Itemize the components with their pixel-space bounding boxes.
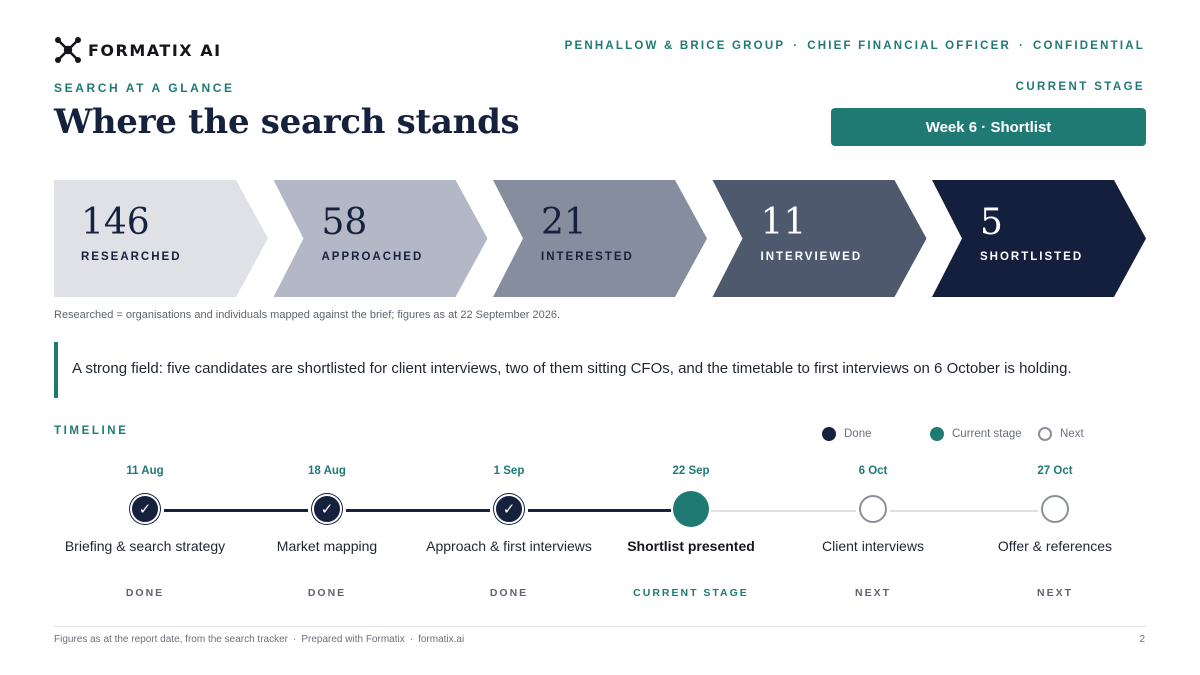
current-stage-badge: Week 6 · Shortlist	[831, 108, 1146, 146]
funnel-stage-shape	[932, 180, 1146, 297]
funnel-stage-shape	[493, 180, 707, 297]
funnel-stage-label: INTERESTED	[541, 251, 634, 263]
stage-next-node	[859, 495, 887, 523]
footer-site: formatix.ai	[418, 634, 465, 645]
current-dot-icon	[930, 427, 944, 441]
timeline-stage: 6 Oct Client interviews NEXT	[782, 462, 964, 599]
legend-done: Done	[822, 427, 872, 441]
stage-done-check-icon: ✓	[130, 494, 160, 524]
footer-separator: ·	[409, 634, 414, 645]
funnel-stage-value: 146	[81, 202, 150, 243]
stage-status: NEXT	[854, 587, 891, 599]
footer-prepared: Prepared with Formatix	[301, 634, 405, 645]
footer-source: Figures as at the report date, from the …	[54, 634, 288, 645]
funnel-stage-shape	[273, 180, 488, 297]
stage-status: DONE	[125, 587, 165, 599]
timeline-connector	[711, 510, 856, 512]
funnel-stage-value: 21	[541, 202, 587, 243]
pipeline-funnel: 146 RESEARCHED 58 APPROACHED 21 INTERESTED 11 I…	[54, 180, 1146, 297]
funnel-stage-value: 11	[760, 202, 807, 243]
stage-date: 27 Oct	[1037, 465, 1073, 477]
summary-callout: A strong field: five candidates are shor…	[54, 342, 1146, 398]
logo-wordmark: FORMATIX AI	[88, 40, 222, 60]
stage-name: Shortlist presented	[627, 538, 755, 554]
funnel-stage-shape	[712, 180, 927, 297]
summary-text: A strong field: five candidates are shor…	[72, 360, 1072, 377]
meta-separator: ·	[793, 40, 800, 52]
stage-current-node	[673, 491, 709, 527]
report-meta: PENHALLOW & BRICE GROUP · CHIEF FINANCIAL …	[565, 40, 1145, 52]
timeline-heading: TIMELINE	[54, 425, 129, 437]
brand-logo: FORMATIX AI	[54, 36, 222, 64]
funnel-stage-label: RESEARCHED	[81, 251, 182, 263]
legend-done-label: Done	[844, 428, 872, 440]
stage-name: Market mapping	[276, 538, 378, 554]
stage-name: Approach & first interviews	[426, 538, 592, 554]
legend-current: Current stage	[930, 427, 1022, 441]
page-title: Where the search stands	[54, 102, 520, 142]
stage-status: CURRENT STAGE	[633, 587, 749, 599]
timeline-connector	[890, 510, 1038, 512]
next-dot-icon	[1038, 427, 1052, 441]
stage-name: Offer & references	[997, 538, 1113, 554]
funnel-footnote: Researched = organisations and individua…	[54, 309, 561, 321]
stage-name: Client interviews	[822, 538, 924, 554]
page-number: 2	[1139, 634, 1145, 645]
timeline-stage: 27 Oct Offer & references NEXT	[964, 462, 1146, 599]
stage-status: DONE	[489, 587, 529, 599]
section-eyebrow: SEARCH AT A GLANCE	[54, 81, 235, 95]
footer: Figures as at the report date, from the …	[54, 634, 464, 645]
funnel-stage-label: SHORTLISTED	[980, 251, 1084, 263]
stage-status: DONE	[307, 587, 347, 599]
timeline-connector	[528, 509, 671, 512]
logo-mark-icon	[55, 37, 81, 63]
stage-done-check-icon: ✓	[494, 494, 524, 524]
timeline-stage: 1 Sep ✓ Approach & first interviews DONE	[418, 462, 600, 599]
funnel-stage-label: APPROACHED	[321, 251, 424, 263]
legend-next-label: Next	[1060, 428, 1084, 440]
stage-date: 18 Aug	[308, 465, 346, 477]
stage-date: 22 Sep	[672, 465, 710, 477]
stage-date: 6 Oct	[858, 465, 888, 477]
funnel-stage-label: INTERVIEWED	[760, 251, 863, 263]
stage-name: Briefing & search strategy	[64, 538, 226, 554]
classification: CONFIDENTIAL	[1032, 40, 1145, 52]
timeline-stage: 11 Aug ✓ Briefing & search strategy DONE	[54, 462, 236, 599]
stage-done-check-icon: ✓	[312, 494, 342, 524]
role-name: CHIEF FINANCIAL OFFICER	[807, 40, 1011, 52]
legend-current-label: Current stage	[952, 428, 1022, 440]
current-stage-label: CURRENT STAGE	[1015, 81, 1145, 93]
stage-date: 1 Sep	[493, 465, 525, 477]
funnel-stage-value: 58	[321, 202, 368, 243]
client-name: PENHALLOW & BRICE GROUP	[564, 40, 786, 52]
stage-date: 11 Aug	[126, 465, 164, 477]
stage-status: NEXT	[1036, 587, 1073, 599]
stage-next-node	[1041, 495, 1069, 523]
funnel-stage-value: 5	[980, 202, 1003, 243]
legend-next: Next	[1038, 427, 1084, 441]
timeline-stage: 18 Aug ✓ Market mapping DONE	[236, 462, 418, 599]
timeline-connector	[346, 509, 490, 512]
done-dot-icon	[822, 427, 836, 441]
meta-separator: ·	[1018, 40, 1025, 52]
timeline-stage: 22 Sep Shortlist presented CURRENT STAGE	[600, 462, 782, 599]
timeline-connector	[164, 509, 308, 512]
footer-divider	[54, 626, 1146, 627]
footer-separator: ·	[293, 634, 297, 645]
